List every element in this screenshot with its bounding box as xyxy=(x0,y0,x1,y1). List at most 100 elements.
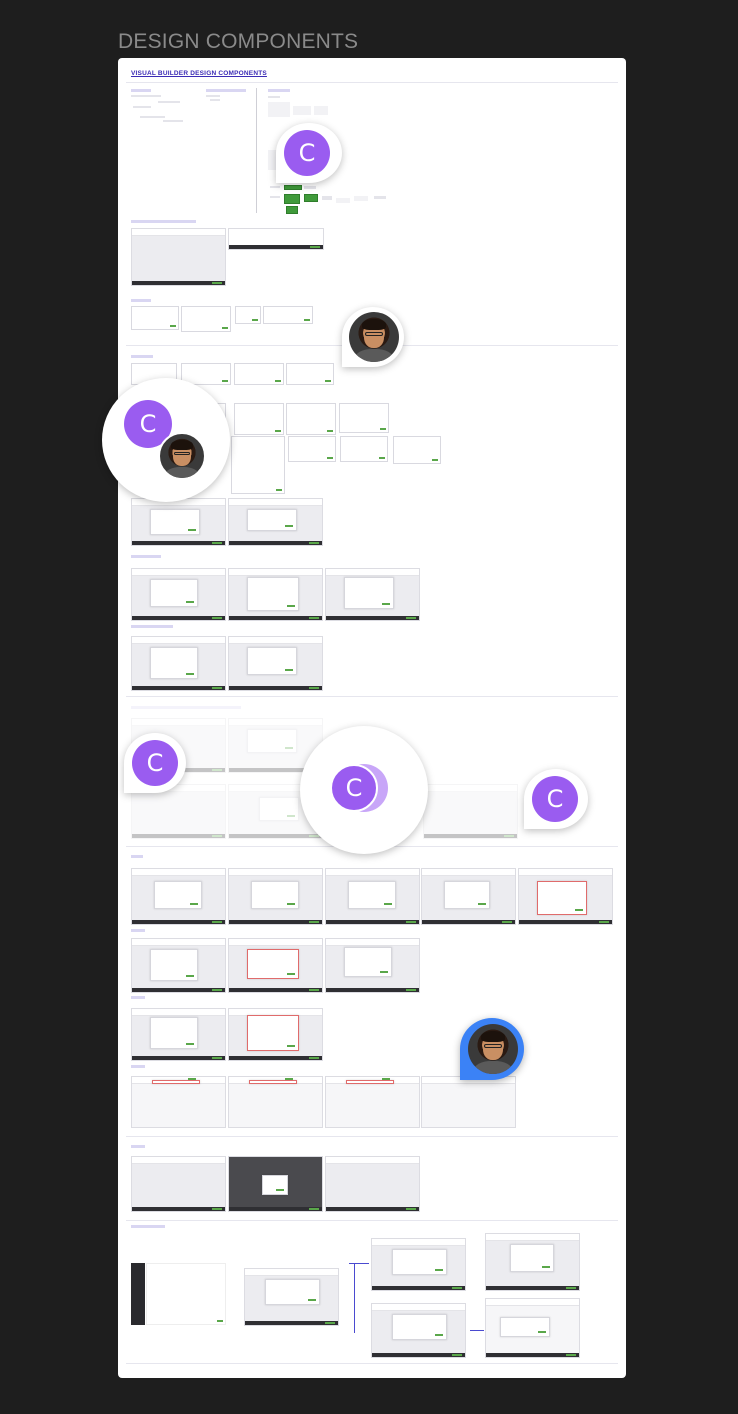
screen-thumbnail[interactable] xyxy=(228,228,324,250)
flow-arrow xyxy=(349,1263,369,1264)
modal-overlay-thumbnail[interactable] xyxy=(228,1156,323,1212)
screen-thumbnail[interactable] xyxy=(131,1008,226,1061)
canvas-thumbnail[interactable] xyxy=(421,1076,516,1128)
screen-thumbnail[interactable] xyxy=(228,1008,323,1061)
green-button-spec[interactable] xyxy=(304,194,318,202)
text-line xyxy=(210,99,220,101)
text-line xyxy=(140,116,165,118)
avatar-c-icon[interactable]: C xyxy=(532,776,578,822)
spec-block xyxy=(268,111,290,117)
collaborator-cluster[interactable]: C xyxy=(102,378,230,502)
design-board[interactable]: VISUAL BUILDER DESIGN COMPONENTS xyxy=(118,58,626,1378)
collaborator-bubble-active[interactable] xyxy=(460,1018,524,1080)
screen-thumbnail[interactable] xyxy=(485,1298,580,1358)
screen-thumbnail[interactable] xyxy=(228,938,323,993)
dialog-card[interactable] xyxy=(231,436,285,494)
dialog-card[interactable] xyxy=(263,306,313,324)
text-line xyxy=(270,196,280,198)
screen-thumbnail[interactable] xyxy=(244,1268,339,1326)
dialog-card[interactable] xyxy=(234,363,284,385)
section-label xyxy=(131,1225,165,1228)
screen-thumbnail[interactable] xyxy=(228,636,323,691)
screen-thumbnail[interactable] xyxy=(228,498,323,546)
collaborator-bubble[interactable]: C xyxy=(276,123,342,183)
collaborator-cluster[interactable]: C xyxy=(300,726,428,854)
section-label xyxy=(131,220,196,223)
canvas-thumbnail[interactable] xyxy=(325,1076,420,1128)
screen-thumbnail[interactable] xyxy=(131,938,226,993)
user-photo-avatar[interactable] xyxy=(468,1024,518,1074)
dialog-card[interactable] xyxy=(286,363,334,385)
page-heading: DESIGN COMPONENTS xyxy=(118,30,359,53)
section-label xyxy=(131,89,151,92)
screen-thumbnail[interactable] xyxy=(421,868,516,925)
dialog-card[interactable] xyxy=(131,306,179,330)
divider xyxy=(126,1220,618,1221)
text-line xyxy=(374,196,386,199)
screen-thumbnail[interactable] xyxy=(131,636,226,691)
collaborator-bubble[interactable]: C xyxy=(124,733,186,793)
text-line xyxy=(270,186,280,188)
section-label xyxy=(206,89,246,92)
user-photo-avatar[interactable] xyxy=(349,312,399,362)
screen-thumbnail[interactable] xyxy=(325,938,420,993)
spec-block xyxy=(314,106,328,115)
avatar-c-icon[interactable]: C xyxy=(284,130,330,176)
canvas-thumbnail[interactable] xyxy=(228,1076,323,1128)
screen-thumbnail[interactable] xyxy=(371,1238,466,1291)
section-label xyxy=(131,855,143,858)
screen-thumbnail[interactable] xyxy=(131,228,226,286)
dialog-card[interactable] xyxy=(234,403,284,435)
section-label xyxy=(131,1145,145,1148)
section-label xyxy=(131,555,161,558)
section-label xyxy=(131,299,151,302)
board-title[interactable]: VISUAL BUILDER DESIGN COMPONENTS xyxy=(131,70,267,77)
screen-thumbnail[interactable] xyxy=(518,868,613,925)
section-label xyxy=(131,996,145,999)
screen-thumbnail[interactable] xyxy=(131,568,226,621)
flow-connector xyxy=(354,1263,355,1333)
text-line xyxy=(322,196,332,200)
text-line xyxy=(133,106,151,108)
dialog-card[interactable] xyxy=(393,436,441,464)
screen-thumbnail[interactable] xyxy=(371,1303,466,1358)
screen-thumbnail[interactable] xyxy=(228,568,323,621)
text-line xyxy=(268,96,280,98)
green-button-spec[interactable] xyxy=(284,185,302,190)
canvas-thumbnail[interactable] xyxy=(131,1156,226,1212)
text-line xyxy=(206,95,220,97)
canvas-thumbnail[interactable] xyxy=(325,1156,420,1212)
dialog-card[interactable] xyxy=(235,306,261,324)
avatar-c-icon[interactable]: C xyxy=(132,740,178,786)
screen-thumbnail[interactable] xyxy=(325,568,420,621)
screen-thumbnail[interactable] xyxy=(325,868,420,925)
collaborator-bubble[interactable] xyxy=(342,307,404,367)
screen-thumbnail[interactable] xyxy=(228,868,323,925)
canvas-thumbnail[interactable] xyxy=(131,1076,226,1128)
collaborator-bubble[interactable]: C xyxy=(524,769,588,829)
divider xyxy=(126,1136,618,1137)
spec-block xyxy=(268,102,290,111)
text-line xyxy=(163,120,183,122)
dialog-card[interactable] xyxy=(286,403,336,435)
divider xyxy=(126,696,618,697)
green-button-spec[interactable] xyxy=(286,206,298,214)
dialog-card[interactable] xyxy=(288,436,336,462)
spec-block xyxy=(293,106,311,115)
flow-arrow xyxy=(470,1330,484,1331)
divider xyxy=(126,82,618,83)
green-button-spec[interactable] xyxy=(284,194,300,204)
text-line xyxy=(304,186,316,189)
user-photo-avatar[interactable] xyxy=(158,432,206,480)
app-screen-thumbnail[interactable] xyxy=(146,1263,226,1325)
avatar-c-icon[interactable]: C xyxy=(330,764,378,812)
dialog-card[interactable] xyxy=(340,436,388,462)
screen-thumbnail[interactable] xyxy=(131,868,226,925)
screen-thumbnail[interactable] xyxy=(485,1233,580,1291)
dialog-card[interactable] xyxy=(339,403,389,433)
screen-thumbnail[interactable] xyxy=(131,498,226,546)
spec-block xyxy=(354,196,368,201)
dialog-card[interactable] xyxy=(181,306,231,332)
vertical-divider xyxy=(256,88,257,213)
spec-block xyxy=(336,198,350,203)
